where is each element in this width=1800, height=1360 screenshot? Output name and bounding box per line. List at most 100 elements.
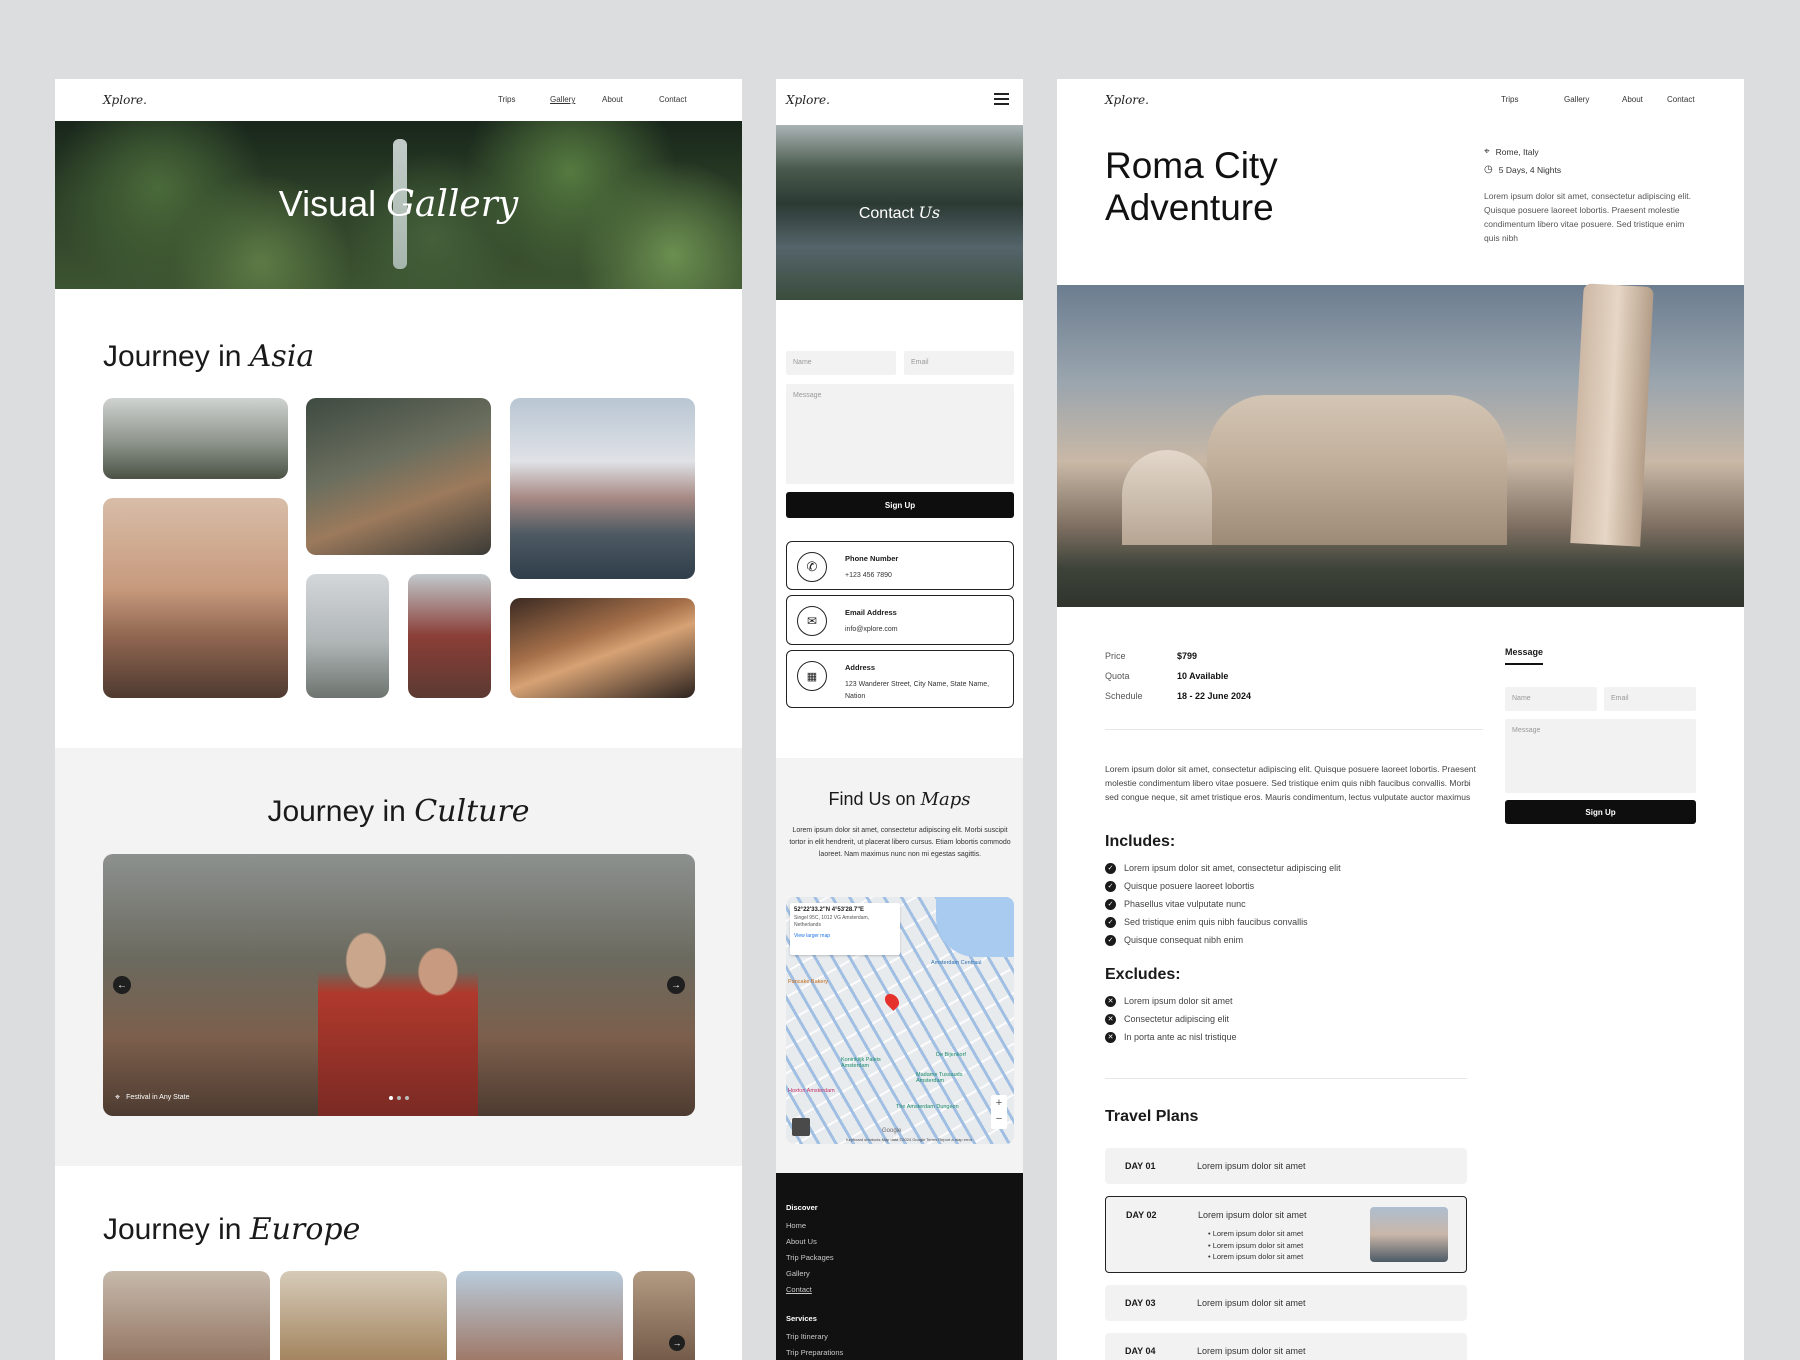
nav-contact[interactable]: Contact [659, 95, 699, 104]
culture-carousel[interactable]: ← → ⌖ Festival in Any State [103, 854, 695, 1116]
email-input[interactable]: Email [1604, 687, 1696, 711]
map-label: Madame Tussauds Amsterdam [916, 1072, 963, 1084]
trip-title-line1: Roma City [1105, 145, 1278, 186]
mosque-photo[interactable] [306, 574, 389, 698]
europe-photo-4[interactable]: → [633, 1271, 695, 1360]
minaret-city-photo[interactable] [103, 498, 288, 698]
carousel-next-button[interactable]: → [667, 976, 685, 994]
carousel-dot[interactable] [405, 1096, 409, 1100]
quota-label: Quota [1105, 671, 1130, 681]
map-icon: ▦ [797, 661, 827, 691]
sign-up-button[interactable]: Sign Up [1505, 800, 1696, 824]
nav-gallery[interactable]: Gallery [550, 95, 602, 104]
footer-link-gallery[interactable]: Gallery [786, 1266, 1013, 1282]
culture-caption-text: Festival in Any State [126, 1094, 190, 1101]
footer-link-packages[interactable]: Trip Packages [786, 1250, 1013, 1266]
night-alley-photo[interactable] [510, 598, 695, 698]
carousel-dot-active[interactable] [389, 1096, 393, 1100]
includes-item: ✓ Quisque posuere laoreet lobortis [1105, 877, 1341, 895]
hero-title-plain: Visual [278, 183, 377, 224]
nav-trips[interactable]: Trips [498, 95, 550, 104]
hero-title: Visual Gallery [55, 183, 742, 225]
travel-plans-title: Travel Plans [1105, 1108, 1199, 1125]
brand-logo[interactable]: Xplore. [1105, 93, 1149, 107]
view-larger-map-link[interactable]: View larger map [794, 933, 896, 939]
trip-title-line2: Adventure [1105, 187, 1274, 228]
baptistery-shape [1122, 450, 1212, 545]
kimono-street-photo[interactable] [306, 398, 491, 555]
europe-photo-2[interactable] [280, 1271, 447, 1360]
map-label: The Amsterdam Dungeon [896, 1104, 959, 1110]
sign-up-button[interactable]: Sign Up [786, 492, 1014, 518]
clock-icon: ◷ [1484, 164, 1493, 175]
map-zoom-controls[interactable]: + − [991, 1095, 1007, 1129]
x-icon: ✕ [1105, 1013, 1116, 1025]
brand-logo[interactable]: Xplore. [103, 93, 147, 107]
maps-heading: Find Us on Maps [828, 789, 971, 810]
address-value: 123 Wanderer Street, City Name, State Na… [845, 681, 990, 700]
map-label: Koninklijk Paleis Amsterdam [841, 1057, 881, 1069]
carousel-prev-button[interactable]: ← [113, 976, 131, 994]
includes-item: ✓ Lorem ipsum dolor sit amet, consectetur… [1105, 859, 1341, 877]
day-01-row[interactable]: DAY 01 Lorem ipsum dolor sit amet [1105, 1148, 1467, 1184]
pisa-photo [1057, 283, 1744, 607]
europe-photo-3[interactable] [456, 1271, 623, 1360]
address-card: ▦ Address 123 Wanderer Street, City Name… [786, 650, 1014, 708]
culture-heading: Journey in Culture [267, 794, 530, 829]
check-icon: ✓ [1105, 880, 1116, 892]
name-input[interactable]: Name [1505, 687, 1597, 711]
day-03-row[interactable]: DAY 03 Lorem ipsum dolor sit amet [1105, 1285, 1467, 1321]
day-04-row[interactable]: DAY 04 Lorem ipsum dolor sit amet [1105, 1333, 1467, 1360]
location-pin-icon: ⌖ [1484, 146, 1490, 157]
x-icon: ✕ [1105, 1031, 1116, 1043]
schedule-label: Schedule [1105, 691, 1143, 701]
tower-shape [1570, 283, 1654, 547]
email-input[interactable]: Email [904, 351, 1014, 375]
top-nav: Xplore. Trips Gallery About Contact [1057, 79, 1744, 121]
includes-item: ✓ Phasellus vitae vulputate nunc [1105, 895, 1341, 913]
day-02-photo [1370, 1207, 1448, 1262]
excludes-list: ✕ Lorem ipsum dolor sit amet ✕ Consectetur… [1105, 992, 1237, 1046]
name-input[interactable]: Name [786, 351, 896, 375]
footer-link-contact[interactable]: Contact [786, 1282, 1013, 1298]
phone-card: ✆ Phone Number +123 456 7890 [786, 541, 1014, 590]
schedule-value: 18 - 22 June 2024 [1177, 691, 1252, 701]
nav-contact[interactable]: Contact [1667, 95, 1707, 104]
europe-photo-1[interactable] [103, 1271, 270, 1360]
day-02-row-expanded[interactable]: DAY 02 Lorem ipsum dolor sit amet • Lore… [1105, 1196, 1467, 1273]
trip-description: Lorem ipsum dolor sit amet, consectetur … [1105, 764, 1476, 802]
gallery-page: Xplore. Trips Gallery About Contact Visu… [55, 79, 742, 1360]
europe-next-button[interactable]: → [669, 1335, 685, 1351]
lake-boats-photo[interactable] [510, 398, 695, 579]
footer-discover-title: Discover [786, 1203, 818, 1212]
nav-trips[interactable]: Trips [1501, 95, 1564, 104]
footer-link-itinerary[interactable]: Trip Itinerary [786, 1329, 1013, 1345]
x-icon: ✕ [1105, 995, 1116, 1007]
footer-link-home[interactable]: Home [786, 1218, 1013, 1234]
envelope-icon: ✉ [797, 606, 827, 636]
map-address: Singel 95C, 1012 VG Amsterdam, Netherlan… [794, 915, 870, 928]
contact-page-mobile: Xplore. Contact Us Name Email Message Si… [776, 79, 1023, 1360]
map-label: Pancake Bakery [788, 979, 829, 985]
embedded-map[interactable]: 52°22'33.2"N 4°53'28.7"E Singel 95C, 101… [786, 897, 1014, 1144]
pagoda-photo[interactable] [103, 398, 288, 479]
brand-logo[interactable]: Xplore. [786, 93, 830, 107]
footer-link-preparations[interactable]: Trip Preparations [786, 1345, 1013, 1360]
nav-about[interactable]: About [1622, 95, 1667, 104]
footer-link-about[interactable]: About Us [786, 1234, 1013, 1250]
nav-gallery[interactable]: Gallery [1564, 95, 1622, 104]
hamburger-menu-icon[interactable] [994, 93, 1009, 105]
carousel-dot[interactable] [397, 1096, 401, 1100]
message-tab[interactable]: Message [1505, 647, 1544, 665]
maps-description: Lorem ipsum dolor sit amet, consectetur … [789, 827, 1011, 858]
message-textarea[interactable]: Message [786, 384, 1014, 484]
check-icon: ✓ [1105, 898, 1116, 910]
trip-duration: ◷ 5 Days, 4 Nights [1484, 164, 1562, 175]
trip-title: Roma City Adventure [1105, 145, 1278, 229]
includes-title: Includes: [1105, 833, 1176, 850]
top-nav: Xplore. Trips Gallery About Contact [55, 79, 742, 121]
nav-about[interactable]: About [602, 95, 659, 104]
temple-photo[interactable] [408, 574, 491, 698]
map-layer-toggle[interactable] [792, 1118, 810, 1136]
message-textarea[interactable]: Message [1505, 719, 1696, 793]
